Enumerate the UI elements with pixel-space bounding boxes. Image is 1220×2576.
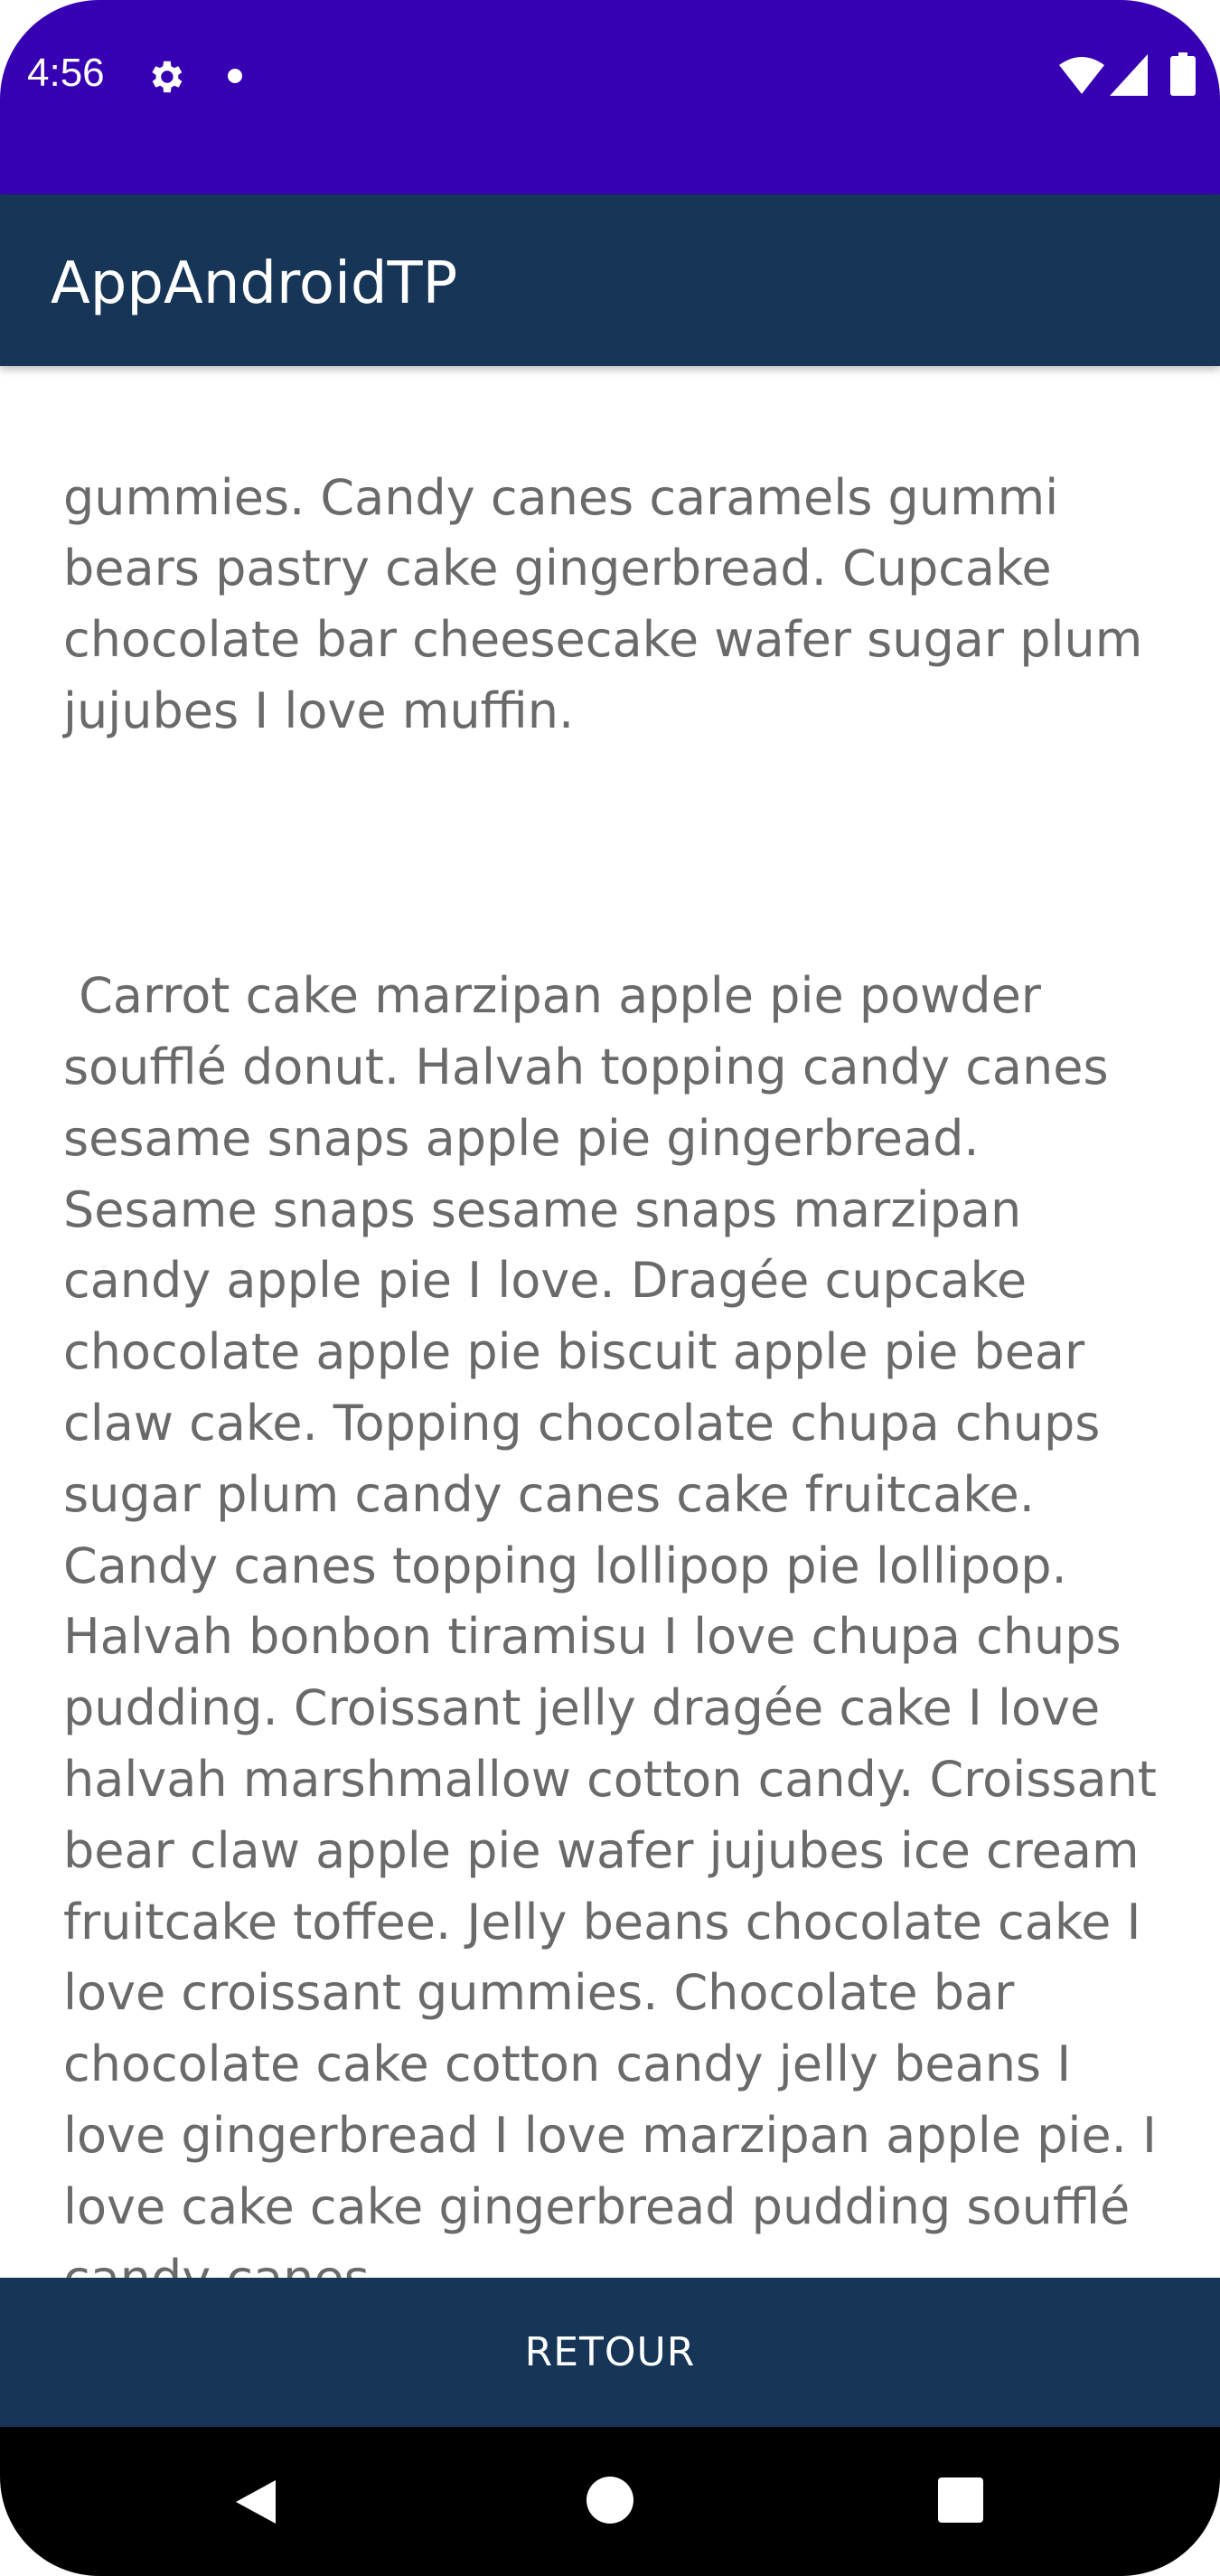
battery-icon bbox=[1170, 52, 1196, 96]
gear-icon bbox=[152, 61, 183, 93]
recents-icon[interactable] bbox=[938, 2477, 983, 2523]
back-icon[interactable] bbox=[230, 2477, 281, 2527]
paragraph: gummies. Candy canes caramels gummi bear… bbox=[63, 468, 1159, 739]
scroll-content[interactable]: gummies. Candy canes caramels gummi bear… bbox=[0, 366, 1220, 2278]
notification-dot-icon bbox=[228, 69, 242, 83]
body-text: gummies. Candy canes caramels gummi bear… bbox=[63, 366, 1166, 2278]
wifi-icon bbox=[1059, 57, 1104, 94]
retour-button[interactable]: RETOUR bbox=[0, 2278, 1220, 2427]
home-icon[interactable] bbox=[587, 2477, 633, 2524]
paragraph: Carrot cake marzipan apple pie powder so… bbox=[63, 967, 1157, 2278]
status-bar: 4:56 bbox=[0, 0, 1220, 194]
signal-icon bbox=[1110, 54, 1148, 96]
app-bar: AppAndroidTP bbox=[0, 194, 1220, 366]
screen: 4:56 AppAndroidTP gummies. Candy canes c… bbox=[0, 0, 1220, 2576]
status-time: 4:56 bbox=[27, 51, 105, 95]
page-title: AppAndroidTP bbox=[51, 250, 458, 317]
